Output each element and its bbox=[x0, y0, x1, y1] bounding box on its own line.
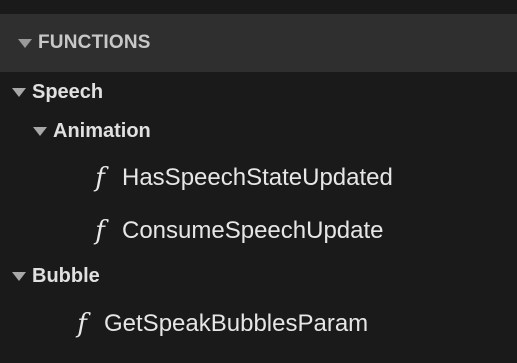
expand-triangle-icon[interactable] bbox=[12, 271, 26, 281]
function-icon: f bbox=[77, 309, 87, 339]
function-label: HasSpeechStateUpdated bbox=[122, 164, 393, 191]
function-item-has-speech-state-updated[interactable]: f HasSpeechStateUpdated bbox=[90, 160, 393, 196]
function-item-consume-speech-update[interactable]: f ConsumeSpeechUpdate bbox=[90, 213, 384, 249]
function-item-get-speak-bubbles-param[interactable]: f GetSpeakBubblesParam bbox=[72, 306, 368, 342]
function-icon: f bbox=[95, 216, 105, 246]
triangle-down-icon[interactable] bbox=[18, 39, 32, 48]
function-label: ConsumeSpeechUpdate bbox=[122, 217, 384, 244]
subcategory-animation[interactable]: Animation bbox=[33, 118, 151, 144]
category-speech[interactable]: Speech bbox=[12, 79, 103, 105]
functions-panel: FUNCTIONS Speech Animation f HasSpeechSt… bbox=[0, 0, 517, 363]
function-icon: f bbox=[95, 163, 105, 193]
category-label: Speech bbox=[32, 80, 104, 103]
subcategory-label: Animation bbox=[53, 119, 151, 142]
functions-section-header[interactable]: FUNCTIONS bbox=[0, 14, 517, 72]
expand-triangle-icon[interactable] bbox=[12, 87, 26, 97]
category-label: Bubble bbox=[32, 264, 100, 287]
category-bubble[interactable]: Bubble bbox=[12, 263, 100, 289]
section-title: FUNCTIONS bbox=[38, 32, 151, 53]
function-label: GetSpeakBubblesParam bbox=[104, 310, 369, 337]
expand-triangle-icon[interactable] bbox=[33, 126, 47, 136]
